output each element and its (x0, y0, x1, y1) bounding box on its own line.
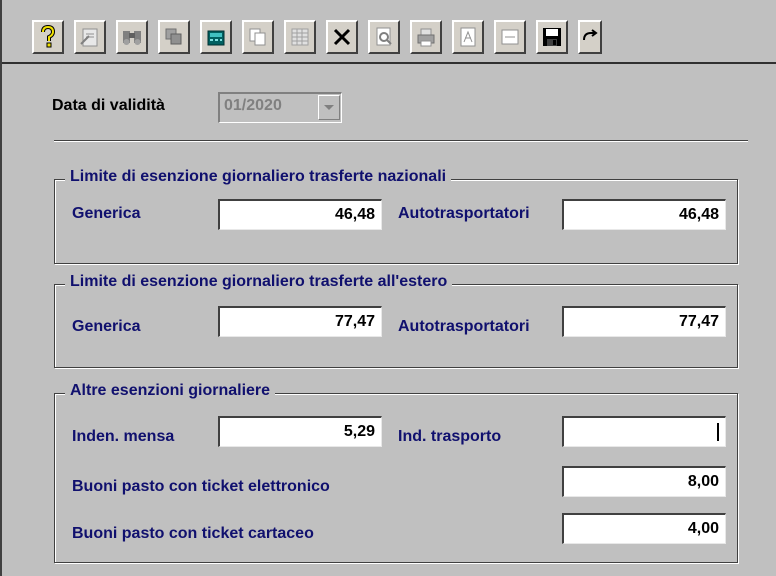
national-truck-field[interactable]: 46,48 (562, 199, 726, 230)
pdf-button[interactable] (452, 20, 484, 54)
group-title: Limite di esenzione giornaliero trasfert… (65, 168, 452, 186)
validity-combobox[interactable]: 01/2020 (218, 92, 342, 123)
grid-button[interactable] (284, 20, 316, 54)
separator (54, 140, 748, 142)
calculator-icon (207, 30, 225, 46)
mensa-field[interactable]: 5,29 (218, 416, 382, 447)
form-button[interactable] (494, 20, 526, 54)
abroad-truck-field[interactable]: 77,47 (562, 306, 726, 337)
validity-value: 01/2020 (224, 97, 282, 114)
properties-button[interactable] (74, 20, 106, 54)
find-button[interactable] (116, 20, 148, 54)
copy-record-button[interactable] (158, 20, 190, 54)
pdf-document-icon (460, 27, 476, 47)
group-title: Limite di esenzione giornaliero trasfert… (65, 273, 453, 291)
text-cursor (717, 422, 719, 441)
close-x-icon (333, 28, 351, 46)
grid-icon (291, 28, 309, 46)
abroad-truck-label: Autotrasportatori (398, 318, 530, 335)
group-title: Altre esenzioni giornaliere (65, 382, 276, 400)
binoculars-icon (123, 31, 141, 45)
chevron-down-icon (324, 104, 334, 110)
ticket-cartaceo-field[interactable]: 4,00 (562, 513, 726, 544)
properties-icon (80, 28, 98, 47)
ticket-cartaceo-label: Buoni pasto con ticket cartaceo (72, 525, 314, 542)
redo-arrow-icon (583, 29, 598, 41)
duplicate-pages-icon (249, 28, 266, 46)
printer-icon (417, 28, 435, 47)
copy-stack-icon (165, 28, 182, 45)
toolbar (2, 0, 776, 64)
validity-label: Data di validità (52, 97, 165, 114)
help-button[interactable] (32, 20, 64, 54)
floppy-disk-icon (543, 28, 561, 46)
ticket-elettronico-label: Buoni pasto con ticket elettronico (72, 478, 330, 495)
save-button[interactable] (536, 20, 568, 54)
national-generic-label: Generica (72, 205, 141, 222)
mensa-label: Inden. mensa (72, 428, 175, 445)
application-window: Data di validità 01/2020 Limite di esenz… (0, 0, 776, 576)
national-generic-field[interactable]: 46,48 (218, 199, 382, 230)
print-preview-icon (376, 27, 392, 46)
duplicate-button[interactable] (242, 20, 274, 54)
national-truck-label: Autotrasportatori (398, 205, 530, 222)
calculator-button[interactable] (200, 20, 232, 54)
trasporto-label: Ind. trasporto (398, 428, 502, 445)
trasporto-field[interactable] (562, 416, 726, 447)
ticket-elettronico-field[interactable]: 8,00 (562, 466, 726, 497)
delete-button[interactable] (326, 20, 358, 54)
dropdown-button[interactable] (318, 95, 340, 120)
abroad-generic-label: Generica (72, 318, 141, 335)
abroad-generic-field[interactable]: 77,47 (218, 306, 382, 337)
redo-button[interactable] (578, 20, 602, 54)
form-icon (501, 29, 519, 45)
question-mark-icon (41, 25, 56, 48)
preview-button[interactable] (368, 20, 400, 54)
print-button[interactable] (410, 20, 442, 54)
